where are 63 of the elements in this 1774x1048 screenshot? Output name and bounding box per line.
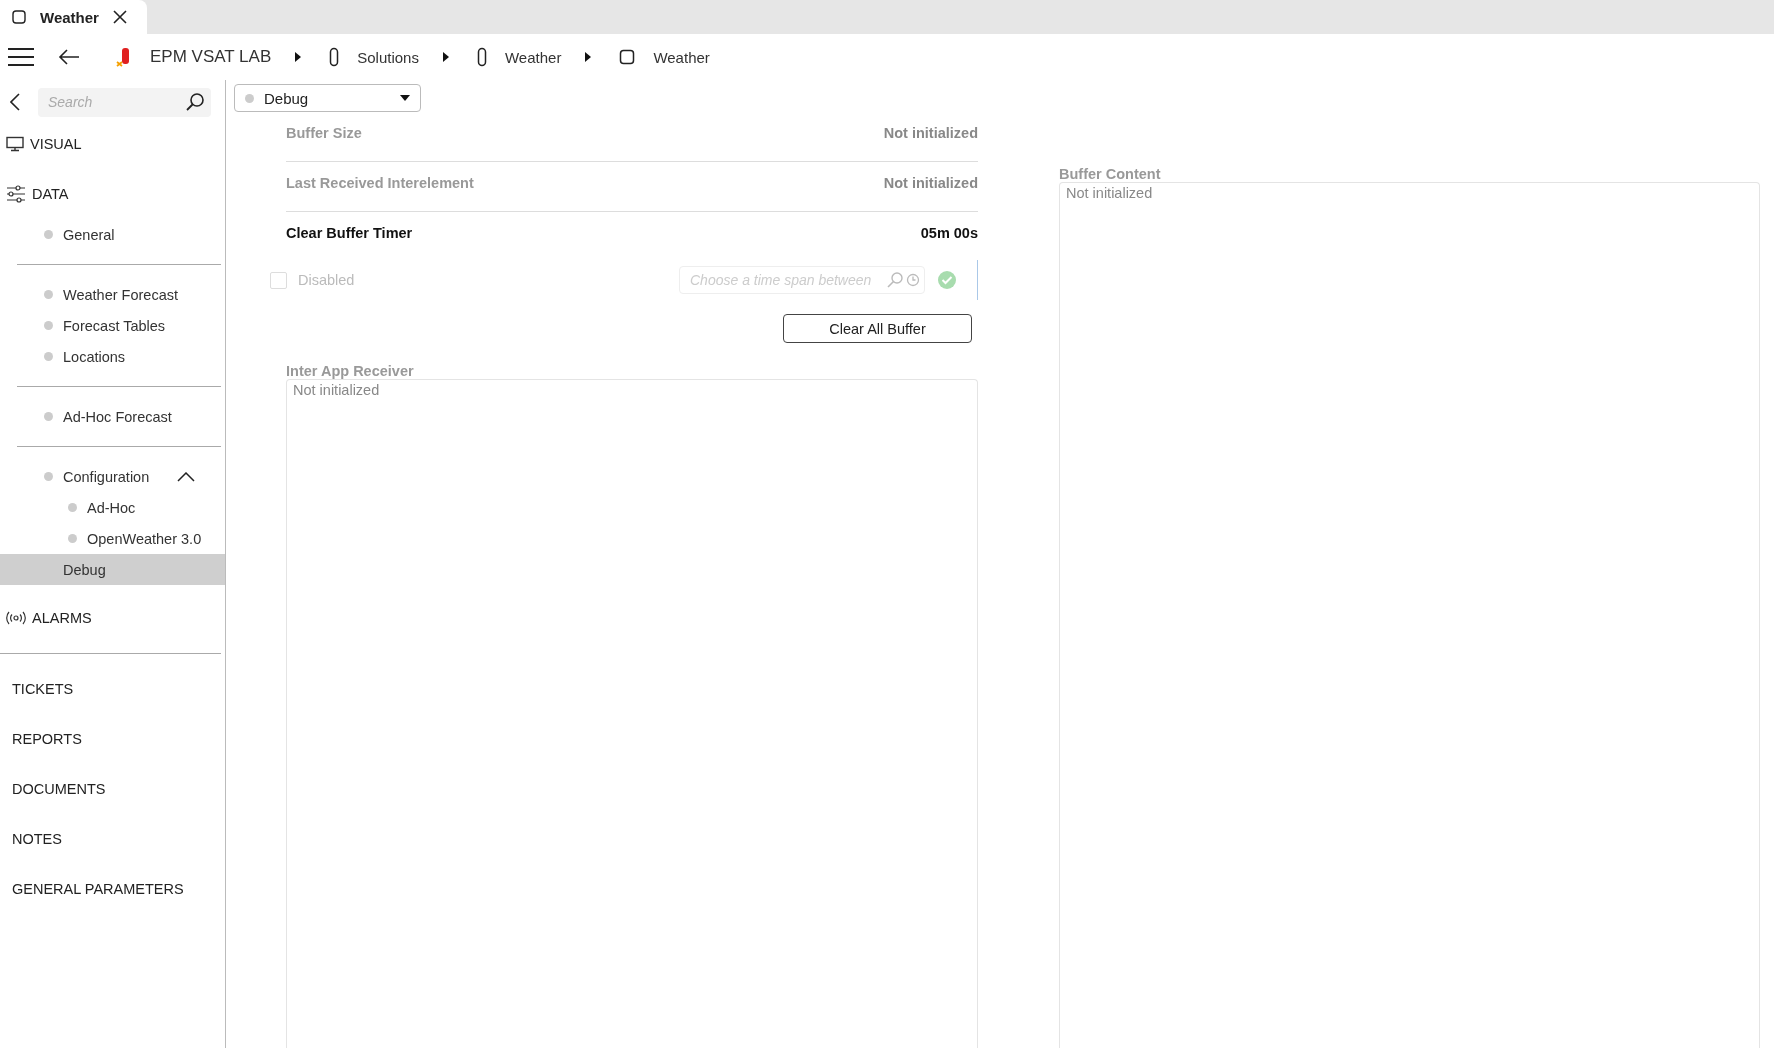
dot-icon (44, 230, 53, 239)
nav-item[interactable]: Debug (0, 554, 225, 585)
dot-icon (68, 503, 77, 512)
caret-icon (442, 52, 449, 62)
nav-link[interactable]: DOCUMENTS (0, 764, 225, 814)
search-icon (185, 92, 205, 112)
view-dropdown[interactable]: Debug (234, 84, 421, 112)
broadcast-icon (6, 611, 26, 625)
nav-item[interactable]: Ad-Hoc Forecast (0, 401, 225, 432)
nav-item[interactable]: General (0, 219, 225, 250)
nav-section[interactable]: ALARMS (0, 593, 225, 643)
field-value: Not initialized (883, 174, 978, 191)
breadcrumb-item[interactable]: Weather (470, 47, 568, 67)
nav-link[interactable]: GENERAL PARAMETERS (0, 864, 225, 914)
caret-icon (400, 95, 410, 101)
field-label: Last Received Interelement (286, 174, 474, 191)
breadcrumb-item[interactable]: EPM VSAT LAB (110, 47, 278, 67)
text-area[interactable]: Not initialized (1059, 182, 1760, 1048)
clock-icon (906, 273, 920, 287)
square-icon (12, 10, 26, 24)
search-field[interactable]: Search (38, 87, 211, 117)
nav-item[interactable]: Weather Forecast (0, 279, 225, 310)
field-label: Buffer Size (286, 124, 362, 141)
dot-icon (44, 290, 53, 299)
nav-section[interactable]: DATA (0, 169, 225, 219)
caret-icon (585, 52, 592, 62)
sliders-icon (6, 185, 26, 203)
caret-icon (295, 52, 302, 62)
section-label: Buffer Content (1059, 166, 1162, 182)
nav-item[interactable]: Configuration (0, 461, 225, 492)
nav-link[interactable]: TICKETS (0, 664, 225, 714)
breadcrumb-item[interactable]: Solutions (323, 47, 425, 67)
field-label: Clear Buffer Timer (286, 225, 413, 241)
nav-section[interactable]: VISUAL (0, 119, 225, 169)
checkbox-label: Disabled (298, 272, 355, 288)
dot-icon (44, 412, 53, 421)
dot-icon (68, 534, 77, 543)
search-input[interactable]: Search (46, 93, 185, 111)
browser-tab[interactable]: Weather (0, 0, 147, 34)
clear-buffer-button[interactable]: Clear All Buffer (783, 314, 972, 343)
square-icon (619, 49, 636, 65)
dot-icon (44, 472, 53, 481)
section-label: Inter App Receiver (286, 363, 415, 379)
tab-title: Weather (40, 8, 99, 26)
nav-item[interactable]: Forecast Tables (0, 310, 225, 341)
pill-icon (329, 47, 340, 67)
nav-link[interactable]: REPORTS (0, 714, 225, 764)
field-value: Not initialized (883, 124, 978, 141)
text-area[interactable]: Not initialized (286, 379, 978, 1048)
pill-icon (476, 47, 487, 67)
close-icon[interactable] (112, 10, 127, 24)
search-icon (886, 271, 904, 289)
nav-item[interactable]: Ad-Hoc (0, 492, 225, 523)
dot-icon (245, 93, 254, 103)
field-value: 05m 00s (920, 225, 978, 241)
tower-icon (116, 47, 132, 67)
monitor-icon (6, 136, 24, 152)
dot-icon (44, 352, 53, 361)
nav-link[interactable]: NOTES (0, 814, 225, 864)
nav-item[interactable]: OpenWeather 3.0 (0, 523, 225, 554)
nav-item[interactable]: Locations (0, 341, 225, 372)
breadcrumb-item[interactable]: Weather (613, 48, 716, 66)
dot-icon (44, 321, 53, 330)
